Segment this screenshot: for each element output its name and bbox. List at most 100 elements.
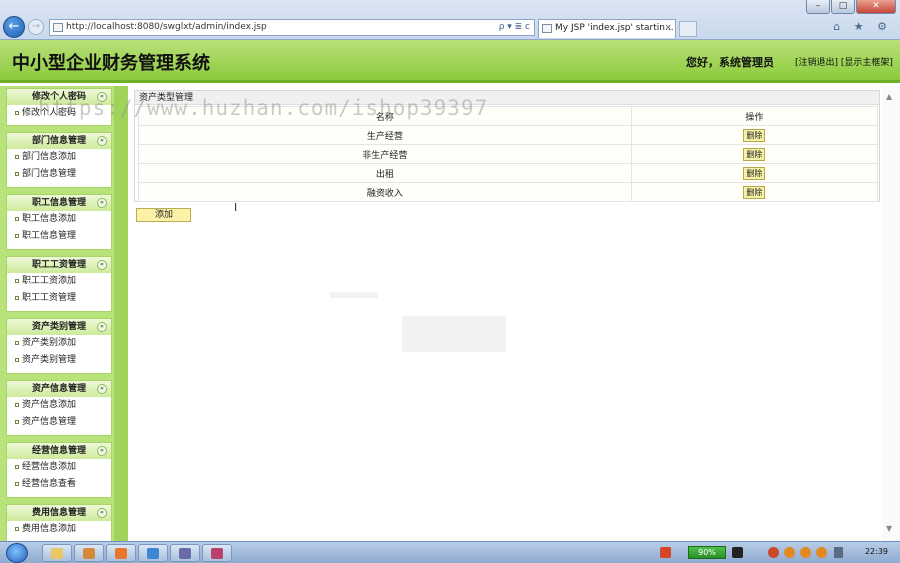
add-button[interactable]: 添加 <box>136 208 191 222</box>
qq-icon[interactable] <box>800 547 811 558</box>
start-button[interactable] <box>6 543 28 563</box>
battery-indicator[interactable]: 90% <box>688 546 726 559</box>
taskbar-app[interactable] <box>106 544 136 562</box>
sidebar-item-change-password[interactable]: 修改个人密码 <box>7 105 111 122</box>
menu-group-title[interactable]: 职工工资管理 « <box>7 257 111 273</box>
row-name-cell: 非生产经营 <box>138 144 632 164</box>
sidebar-item-staff-manage[interactable]: 职工信息管理 <box>7 228 111 245</box>
delete-button[interactable]: 删除 <box>743 128 766 142</box>
sidebar-item-label: 资产类别管理 <box>22 355 77 365</box>
menu-group-password: 修改个人密码 « 修改个人密码 <box>6 88 112 126</box>
sidebar-item-asset-manage[interactable]: 资产信息管理 <box>7 414 111 431</box>
sidebar-item-label: 经营信息添加 <box>22 462 77 472</box>
tray-device-icon[interactable] <box>732 547 743 558</box>
menu-group-title[interactable]: 职工信息管理 « <box>7 195 111 211</box>
menu-group-staff: 职工信息管理 « 职工信息添加 职工信息管理 <box>6 194 112 250</box>
sidebar-item-asset-type-add[interactable]: 资产类别添加 <box>7 335 111 352</box>
faint-artifact <box>402 316 506 352</box>
address-bar[interactable]: http://localhost:8080/swglxt/admin/index… <box>49 19 535 36</box>
tray-app-icon[interactable] <box>768 547 779 558</box>
delete-button[interactable]: 删除 <box>743 185 766 199</box>
close-window-button[interactable]: ✕ <box>856 0 896 14</box>
collapse-icon[interactable]: « <box>97 384 107 394</box>
collapse-icon[interactable]: « <box>97 260 107 270</box>
table-header-row: 名称 操作 <box>138 106 879 126</box>
sidebar-item-staff-add[interactable]: 职工信息添加 <box>7 211 111 228</box>
sidebar-splitter[interactable] <box>114 86 128 541</box>
vertical-scrollbar[interactable]: ▲ ▼ <box>882 86 900 541</box>
menu-group-title[interactable]: 资产信息管理 « <box>7 381 111 397</box>
app-icon <box>83 548 95 559</box>
tab-close-icon[interactable]: × <box>664 20 672 37</box>
sidebar-item-asset-type-manage[interactable]: 资产类别管理 <box>7 352 111 369</box>
windows-taskbar: 90% 22:39 <box>0 541 900 563</box>
taskbar-app[interactable] <box>202 544 232 562</box>
bullet-icon <box>15 278 19 283</box>
network-icon[interactable] <box>834 547 843 558</box>
restore-button[interactable]: □ <box>831 0 855 14</box>
bullet-icon <box>15 340 19 345</box>
menu-group-title[interactable]: 修改个人密码 « <box>7 89 111 105</box>
table-row: 出租 删除 <box>138 163 879 183</box>
address-tools-icons[interactable]: ρ ▾ ≣ c <box>499 20 530 35</box>
qq-icon[interactable] <box>816 547 827 558</box>
collapse-icon[interactable]: « <box>97 446 107 456</box>
collapse-icon[interactable]: « <box>97 322 107 332</box>
menu-group-department: 部门信息管理 « 部门信息添加 部门信息管理 <box>6 132 112 188</box>
back-button[interactable]: ← <box>3 16 25 38</box>
page-title: 中小型企业财务管理系统 <box>12 53 210 74</box>
scroll-down-icon[interactable]: ▼ <box>886 524 892 533</box>
home-favorites-settings-icons[interactable]: ⌂ ★ ⚙ <box>833 20 892 33</box>
collapse-icon[interactable]: « <box>97 136 107 146</box>
bullet-icon <box>15 419 19 424</box>
group-title-text: 职工工资管理 <box>31 260 86 270</box>
menu-group-title[interactable]: 资产类别管理 « <box>7 319 111 335</box>
folder-icon <box>51 548 63 559</box>
browser-chrome: – □ ✕ ← → http://localhost:8080/swglxt/a… <box>0 0 900 40</box>
taskbar-clock[interactable]: 22:39 <box>865 547 888 556</box>
sidebar-item-salary-add[interactable]: 职工工资添加 <box>7 273 111 290</box>
sidebar-item-label: 修改个人密码 <box>22 108 77 118</box>
group-title-text: 资产类别管理 <box>31 322 86 332</box>
forward-button[interactable]: → <box>28 19 44 35</box>
scroll-up-icon[interactable]: ▲ <box>886 92 892 101</box>
tab-index-jsp[interactable]: My JSP 'index.jsp' startin... × <box>538 19 676 38</box>
minimize-button[interactable]: – <box>806 0 830 14</box>
panel-title: 资产类型管理 <box>135 91 879 105</box>
sidebar-item-business-add[interactable]: 经营信息添加 <box>7 459 111 476</box>
sidebar-item-label: 职工信息添加 <box>22 214 77 224</box>
delete-button[interactable]: 删除 <box>743 147 766 161</box>
sidebar-item-business-view[interactable]: 经营信息查看 <box>7 476 111 493</box>
tray-app-icon[interactable] <box>660 547 671 558</box>
menu-group-title[interactable]: 费用信息管理 « <box>7 505 111 521</box>
menu-group-title[interactable]: 经营信息管理 « <box>7 443 111 459</box>
app-icon <box>115 548 127 559</box>
collapse-icon[interactable]: « <box>97 508 107 518</box>
main-content: 资产类型管理 名称 操作 生产经营 删除 非生产经营 删除 出租 删除 融资收入… <box>134 90 880 540</box>
window-controls: – □ ✕ <box>806 0 896 14</box>
sidebar-item-label: 资产信息管理 <box>22 417 77 427</box>
sidebar-item-dept-manage[interactable]: 部门信息管理 <box>7 166 111 183</box>
sidebar-item-dept-add[interactable]: 部门信息添加 <box>7 149 111 166</box>
column-header-name: 名称 <box>138 106 632 126</box>
collapse-icon[interactable]: « <box>97 198 107 208</box>
new-tab-button[interactable] <box>679 21 697 37</box>
menu-group-title[interactable]: 部门信息管理 « <box>7 133 111 149</box>
sidebar-item-salary-manage[interactable]: 职工工资管理 <box>7 290 111 307</box>
bullet-icon <box>15 171 19 176</box>
qq-icon[interactable] <box>784 547 795 558</box>
sidebar-item-asset-add[interactable]: 资产信息添加 <box>7 397 111 414</box>
header-links[interactable]: [注销退出] [显示主框架] <box>795 55 893 68</box>
taskbar-ie[interactable] <box>138 544 168 562</box>
sidebar-item-expense-add[interactable]: 费用信息添加 <box>7 521 111 538</box>
user-greeting: 您好，系统管理员 <box>686 56 774 69</box>
collapse-icon[interactable]: « <box>97 92 107 102</box>
tab-favicon-icon <box>542 24 552 33</box>
taskbar-explorer[interactable] <box>42 544 72 562</box>
faint-artifact <box>330 292 378 298</box>
taskbar-app[interactable] <box>170 544 200 562</box>
taskbar-app[interactable] <box>74 544 104 562</box>
row-action-cell: 删除 <box>630 125 879 145</box>
tab-title: My JSP 'index.jsp' startin... <box>555 23 674 33</box>
delete-button[interactable]: 删除 <box>743 166 766 180</box>
